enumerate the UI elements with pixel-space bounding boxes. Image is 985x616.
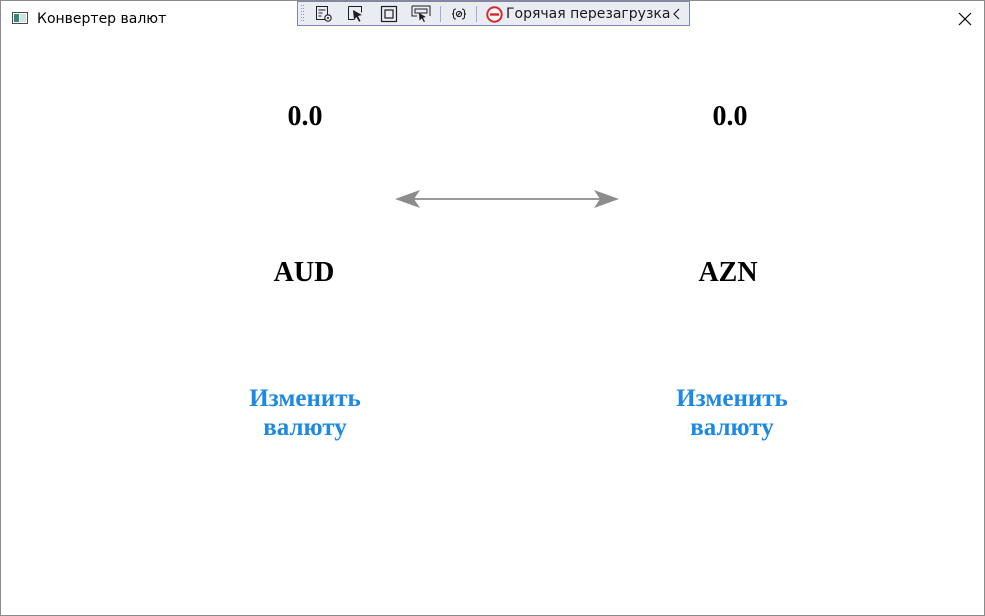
- toolbar-grip-icon[interactable]: [301, 5, 305, 22]
- track-focus-button[interactable]: [409, 4, 431, 24]
- hot-reload-stop-icon: [486, 6, 503, 23]
- target-currency-code: AZN: [698, 257, 758, 288]
- chevron-left-icon: [673, 8, 680, 20]
- display-layout-adorners-button[interactable]: [378, 4, 400, 24]
- binding-failures-button[interactable]: [448, 4, 470, 24]
- hot-reload-label: Горячая перезагрузка: [506, 6, 671, 22]
- change-target-currency-button[interactable]: Изменить валюту: [632, 384, 832, 442]
- close-icon: [958, 12, 972, 26]
- binding-failures-icon: [451, 8, 467, 20]
- toolbar-separator: [476, 6, 477, 22]
- change-source-currency-button[interactable]: Изменить валюту: [205, 384, 405, 442]
- live-visual-tree-button[interactable]: [313, 4, 335, 24]
- app-window: Конвертер валют Горячая перезагрузка 0.0…: [0, 0, 985, 616]
- select-element-button[interactable]: [345, 4, 367, 24]
- source-currency-code: AUD: [273, 257, 335, 288]
- swap-arrow-icon[interactable]: [393, 187, 621, 211]
- target-amount-value: 0.0: [712, 101, 748, 132]
- close-button[interactable]: [949, 3, 981, 35]
- app-icon: [12, 12, 28, 24]
- track-focus-icon: [411, 5, 431, 22]
- xaml-debug-toolbar: Горячая перезагрузка: [297, 1, 690, 26]
- source-amount-value: 0.0: [287, 101, 323, 132]
- hot-reload-button[interactable]: Горячая перезагрузка: [484, 3, 670, 25]
- select-element-icon: [348, 6, 362, 22]
- live-visual-tree-icon: [316, 6, 332, 22]
- toolbar-separator: [440, 6, 441, 22]
- display-layout-adorners-icon: [380, 5, 398, 23]
- collapse-toolbar-button[interactable]: [670, 5, 684, 23]
- window-title: Конвертер валют: [37, 11, 167, 27]
